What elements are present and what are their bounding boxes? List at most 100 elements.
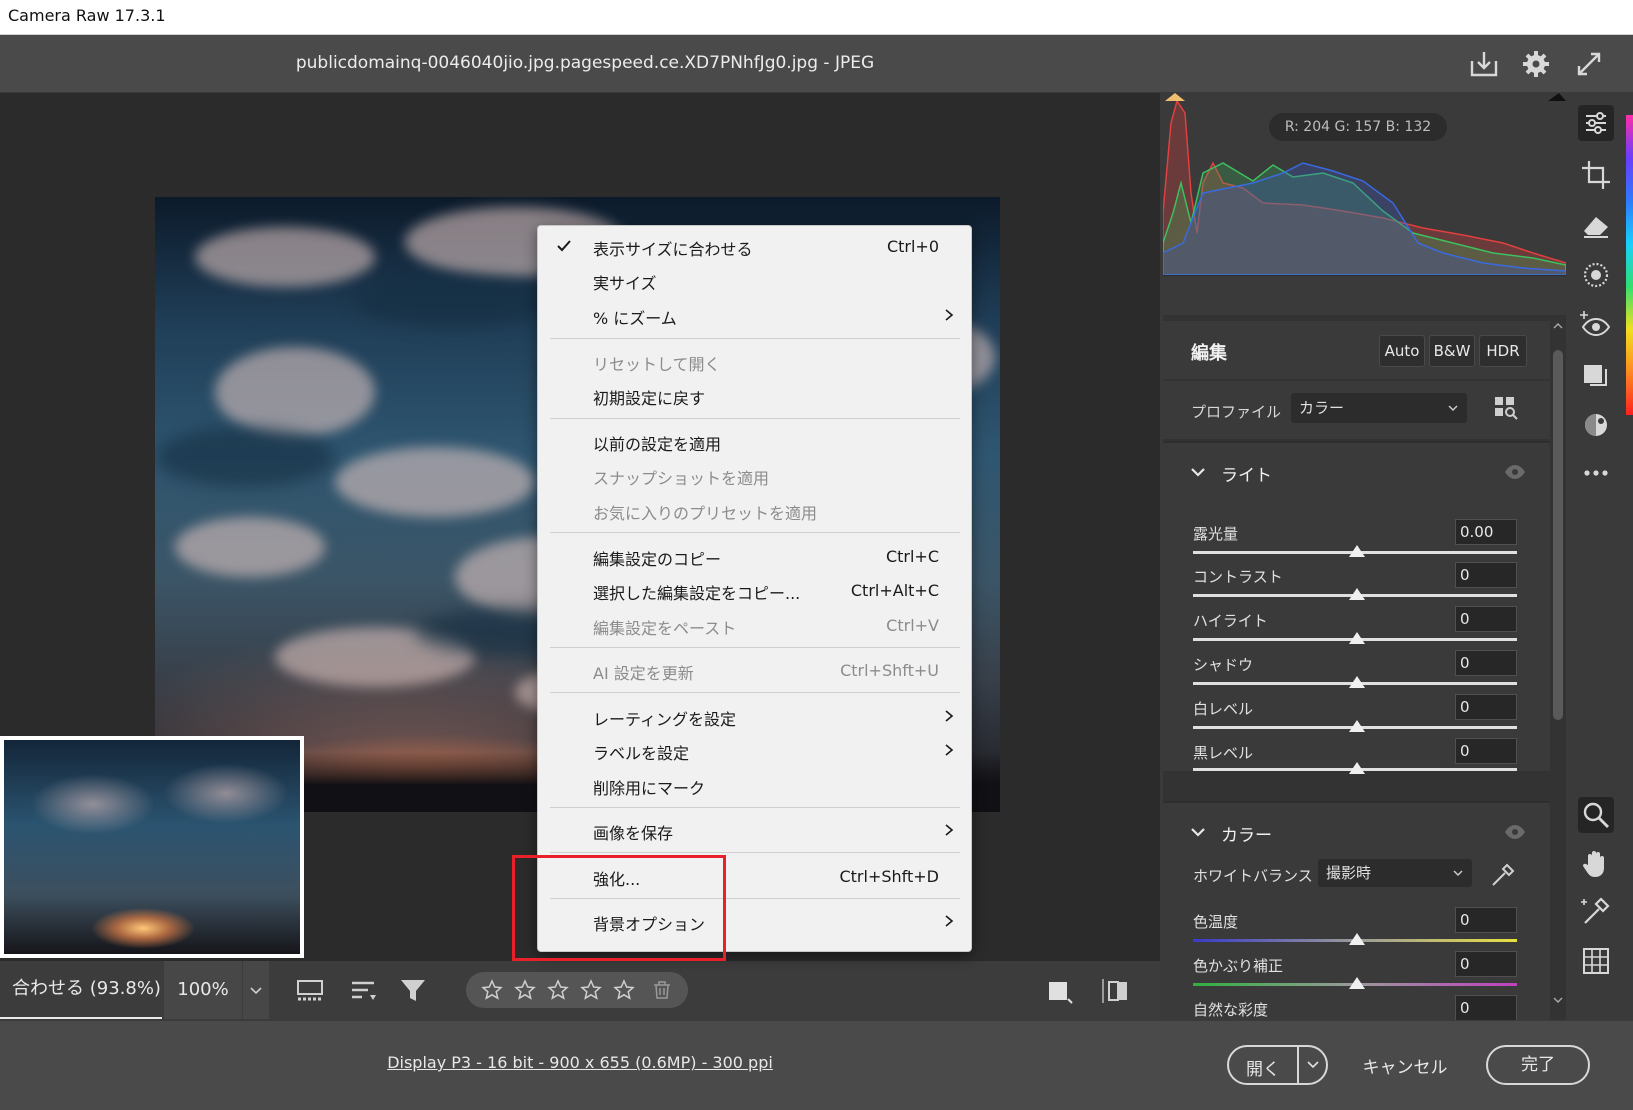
chevron-down-icon[interactable] bbox=[1189, 823, 1207, 841]
menu-item-copy-settings[interactable]: 編集設定のコピー Ctrl+C bbox=[538, 539, 973, 573]
contrast-input[interactable]: 0 bbox=[1455, 562, 1517, 588]
filmstrip-thumbnail[interactable] bbox=[0, 736, 304, 958]
presets-icon[interactable] bbox=[1578, 407, 1614, 443]
slider-highlights[interactable]: ハイライト 0 bbox=[1163, 606, 1566, 654]
slider-temperature[interactable]: 色温度 0 bbox=[1163, 907, 1566, 955]
zoom-dropdown[interactable] bbox=[243, 961, 269, 1019]
zoom-100-button[interactable]: 100% bbox=[164, 961, 242, 1019]
slider-exposure[interactable]: 露光量 0.00 bbox=[1163, 519, 1566, 567]
filter-icon[interactable] bbox=[398, 975, 430, 1007]
profile-select[interactable]: カラー bbox=[1291, 393, 1467, 423]
chevron-up-icon[interactable] bbox=[1552, 320, 1564, 332]
menu-item-set-rating[interactable]: レーティングを設定 bbox=[538, 699, 973, 733]
open-label: 開く bbox=[1246, 1060, 1280, 1080]
slider-shadows[interactable]: シャドウ 0 bbox=[1163, 650, 1566, 698]
crop-icon[interactable] bbox=[1578, 157, 1614, 193]
layers-icon[interactable] bbox=[1578, 357, 1614, 393]
menu-item-mark-for-delete[interactable]: 削除用にマーク bbox=[538, 768, 973, 802]
eyedropper-icon[interactable] bbox=[1578, 893, 1614, 929]
slider-handle[interactable] bbox=[1349, 588, 1365, 600]
grid-icon[interactable] bbox=[1578, 943, 1614, 979]
eyedropper-icon[interactable] bbox=[1489, 861, 1517, 889]
compare-view-icon[interactable] bbox=[1100, 975, 1132, 1007]
slider-handle[interactable] bbox=[1349, 977, 1365, 989]
tool-strip bbox=[1566, 93, 1626, 1020]
menu-item-set-label[interactable]: ラベルを設定 bbox=[538, 733, 973, 767]
slider-handle[interactable] bbox=[1349, 676, 1365, 688]
mask-icon[interactable] bbox=[1578, 257, 1614, 293]
slider-contrast[interactable]: コントラスト 0 bbox=[1163, 562, 1566, 610]
done-button[interactable]: 完了 bbox=[1486, 1045, 1590, 1085]
open-button[interactable]: 開く bbox=[1227, 1045, 1328, 1085]
sort-icon[interactable] bbox=[348, 975, 380, 1007]
slider-blacks[interactable]: 黒レベル 0 bbox=[1163, 738, 1566, 786]
blacks-input[interactable]: 0 bbox=[1455, 738, 1517, 764]
redeye-icon[interactable] bbox=[1578, 307, 1614, 343]
menu-item-actual-size[interactable]: 実サイズ bbox=[538, 263, 973, 297]
menu-item-reset-defaults[interactable]: 初期設定に戻す bbox=[538, 378, 973, 412]
chevron-down-icon[interactable] bbox=[1189, 463, 1207, 481]
eye-icon[interactable] bbox=[1503, 823, 1527, 841]
light-section-title[interactable]: ライト bbox=[1221, 461, 1272, 486]
bw-button[interactable]: B&W bbox=[1429, 335, 1475, 367]
scrollbar-thumb[interactable] bbox=[1553, 350, 1563, 720]
panel-scrollbar[interactable] bbox=[1550, 320, 1566, 1020]
trash-icon[interactable] bbox=[650, 978, 674, 1002]
filmstrip-icon[interactable] bbox=[295, 975, 327, 1007]
edit-sliders-icon[interactable] bbox=[1578, 105, 1614, 141]
star-icon[interactable] bbox=[546, 978, 570, 1002]
before-after-icon[interactable] bbox=[1044, 975, 1076, 1007]
edit-header: 編集 Auto B&W HDR bbox=[1163, 321, 1566, 379]
slider-tint[interactable]: 色かぶり補正 0 bbox=[1163, 951, 1566, 999]
menu-item-zoom-percent[interactable]: % にズーム bbox=[538, 298, 973, 332]
temperature-input[interactable]: 0 bbox=[1455, 907, 1517, 933]
expand-icon[interactable] bbox=[1572, 47, 1606, 81]
gear-icon[interactable] bbox=[1519, 47, 1553, 81]
menu-item-apply-previous[interactable]: 以前の設定を適用 bbox=[538, 424, 973, 458]
menu-item-save-image[interactable]: 画像を保存 bbox=[538, 813, 973, 847]
vibrance-input[interactable]: 0 bbox=[1455, 995, 1517, 1020]
highlights-input[interactable]: 0 bbox=[1455, 606, 1517, 632]
slider-handle[interactable] bbox=[1349, 720, 1365, 732]
hdr-button[interactable]: HDR bbox=[1479, 335, 1527, 367]
hand-icon[interactable] bbox=[1578, 845, 1614, 881]
status-bar: Display P3 - 16 bit - 900 x 655 (0.6MP) … bbox=[0, 1020, 1633, 1110]
chevron-right-icon bbox=[945, 309, 954, 321]
slider-vibrance[interactable]: 自然な彩度 0 bbox=[1163, 995, 1566, 1020]
color-section: カラー ホワイトバランス 撮影時 色温度 0 色かぶり補正 0 自然な彩度 0 bbox=[1163, 801, 1566, 1020]
star-icon[interactable] bbox=[612, 978, 636, 1002]
window-title-bar: Camera Raw 17.3.1 bbox=[0, 0, 1633, 35]
menu-item-copy-selected-settings[interactable]: 選択した編集設定をコピー... Ctrl+Alt+C bbox=[538, 573, 973, 607]
menu-item-fit-view[interactable]: 表示サイズに合わせる Ctrl+0 bbox=[538, 229, 973, 263]
menu-item-paste-settings: 編集設定をペースト Ctrl+V bbox=[593, 616, 939, 638]
zoom-icon[interactable] bbox=[1578, 797, 1614, 833]
star-icon[interactable] bbox=[579, 978, 603, 1002]
fit-zoom-button[interactable]: 合わせる (93.8%) bbox=[0, 961, 162, 1019]
slider-handle[interactable] bbox=[1349, 762, 1365, 774]
slider-whites[interactable]: 白レベル 0 bbox=[1163, 694, 1566, 742]
exposure-input[interactable]: 0.00 bbox=[1455, 519, 1517, 545]
cancel-button[interactable]: キャンセル bbox=[1350, 1053, 1460, 1078]
color-section-title[interactable]: カラー bbox=[1221, 821, 1272, 846]
more-icon[interactable] bbox=[1578, 455, 1614, 491]
rating-stars[interactable] bbox=[466, 972, 688, 1008]
eye-icon[interactable] bbox=[1503, 463, 1527, 481]
slider-handle[interactable] bbox=[1349, 632, 1365, 644]
slider-handle[interactable] bbox=[1349, 545, 1365, 557]
chevron-down-icon bbox=[1448, 405, 1458, 411]
workflow-options-link[interactable]: Display P3 - 16 bit - 900 x 655 (0.6MP) … bbox=[0, 1053, 1160, 1072]
profile-browser-icon[interactable] bbox=[1493, 395, 1519, 421]
chevron-down-icon[interactable] bbox=[1552, 994, 1564, 1006]
slider-handle[interactable] bbox=[1349, 933, 1365, 945]
chevron-down-icon[interactable] bbox=[1301, 1051, 1325, 1079]
whites-input[interactable]: 0 bbox=[1455, 694, 1517, 720]
download-icon[interactable] bbox=[1467, 47, 1501, 81]
eraser-icon[interactable] bbox=[1578, 207, 1614, 243]
auto-button[interactable]: Auto bbox=[1379, 335, 1425, 367]
star-icon[interactable] bbox=[513, 978, 537, 1002]
shadows-input[interactable]: 0 bbox=[1455, 650, 1517, 676]
chevron-right-icon bbox=[945, 824, 954, 836]
star-icon[interactable] bbox=[480, 978, 504, 1002]
white-balance-select[interactable]: 撮影時 bbox=[1318, 859, 1472, 887]
tint-input[interactable]: 0 bbox=[1455, 951, 1517, 977]
